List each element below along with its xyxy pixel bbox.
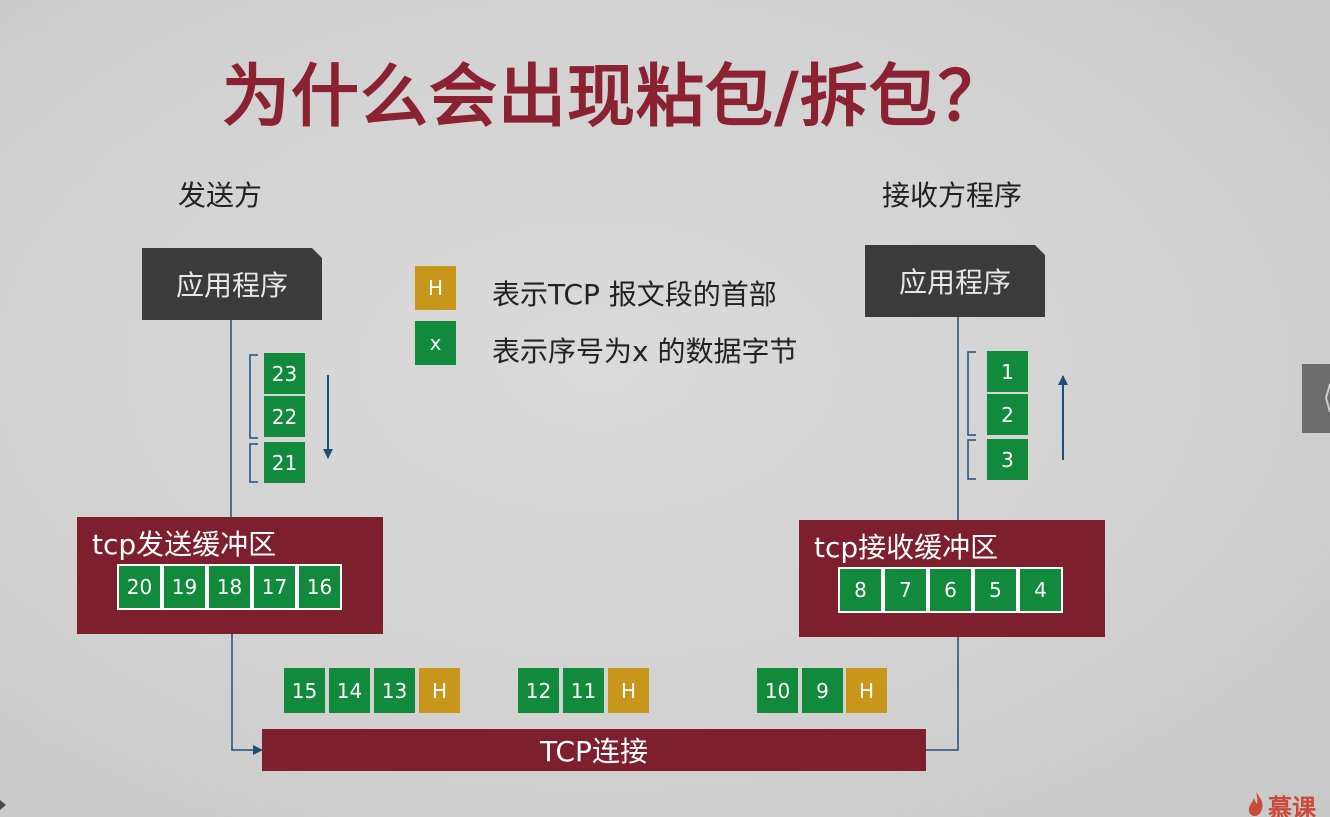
sender-buffer-byte: 18: [207, 564, 252, 610]
segment-2-byte: 12: [518, 668, 559, 713]
receiver-app-box: 应用程序: [865, 245, 1045, 317]
legend-header-text: 表示TCP 报文段的首部: [492, 278, 777, 311]
segment-3-byte: 10: [757, 668, 798, 713]
sender-buffer: tcp发送缓冲区 20 19 18 17 16: [77, 517, 383, 634]
side-panel-tab[interactable]: [1302, 364, 1330, 433]
sender-buffer-byte: 19: [162, 564, 207, 610]
receiver-buffer-byte: 8: [838, 567, 883, 613]
sender-app-label: 应用程序: [175, 269, 288, 302]
slide-title: 为什么会出现粘包/拆包？: [222, 58, 1007, 137]
segment-3-byte: 9: [802, 668, 843, 713]
sender-app-box: 应用程序: [142, 248, 322, 320]
receiver-buffer: tcp接收缓冲区 8 7 6 5 4: [799, 520, 1105, 637]
legend-byte-swatch: x: [415, 321, 456, 365]
receiver-bracket-top: [967, 351, 976, 436]
chevron-left-icon: [1324, 383, 1330, 413]
receiver-buffer-byte: 7: [883, 567, 928, 613]
connection-to-receiver-line: [926, 637, 959, 751]
sender-label: 发送方: [178, 179, 263, 212]
segment-1-byte: 13: [374, 668, 415, 713]
receiver-bracket-bottom: [967, 439, 976, 480]
legend-header-swatch: H: [415, 266, 456, 310]
sender-buffer-byte: 17: [252, 564, 297, 610]
receiver-stack-byte: 1: [987, 351, 1028, 392]
sender-buffer-byte: 16: [297, 564, 342, 610]
receiver-buffer-label: tcp接收缓冲区: [814, 531, 999, 564]
tcp-connection-label: TCP连接: [540, 735, 648, 768]
receiver-label: 接收方程序: [882, 179, 1023, 212]
segment-2-header: H: [608, 668, 649, 713]
logo-text: 慕课: [1268, 794, 1316, 817]
receiver-stack-byte: 3: [987, 439, 1028, 480]
sender-stack-byte: 23: [264, 353, 305, 394]
sender-to-connection-arrow: [231, 634, 263, 755]
receiver-buffer-byte: 4: [1018, 567, 1063, 613]
receiver-buffer-byte: 6: [928, 567, 973, 613]
segment-3-header: H: [846, 668, 887, 713]
legend-byte-text: 表示序号为x 的数据字节: [492, 335, 798, 368]
sender-bracket-bottom: [249, 443, 258, 483]
receiver-stack-byte: 2: [987, 394, 1028, 435]
sender-buffer-byte: 20: [117, 564, 162, 610]
watermark-logo: 慕课: [1248, 788, 1330, 817]
tcp-connection-bar: TCP连接: [262, 729, 926, 771]
segment-2-byte: 11: [563, 668, 604, 713]
sender-buffer-label: tcp发送缓冲区: [92, 528, 277, 561]
sender-bracket-top: [249, 354, 258, 439]
segment-1-byte: 15: [284, 668, 325, 713]
segment-1-byte: 14: [329, 668, 370, 713]
sender-stack-byte: 22: [264, 396, 305, 437]
flame-icon: [1248, 792, 1263, 816]
sender-stack-byte: 21: [264, 442, 305, 483]
play-marker-icon[interactable]: [0, 798, 8, 812]
receiver-buffer-byte: 5: [973, 567, 1018, 613]
receiver-app-label: 应用程序: [898, 266, 1011, 299]
segment-1-header: H: [419, 668, 460, 713]
